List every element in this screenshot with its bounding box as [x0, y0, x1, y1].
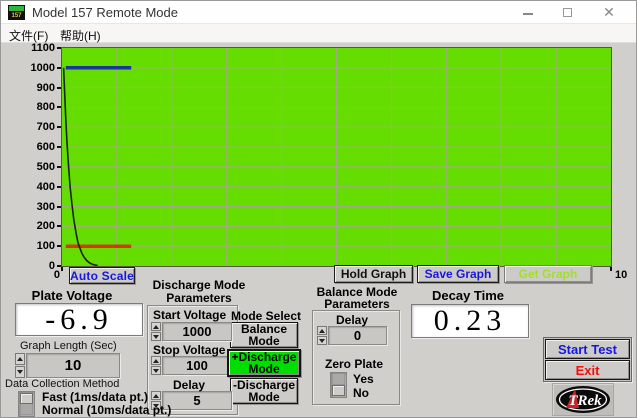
title-bar: 157 Model 157 Remote Mode ✕ — [1, 1, 636, 24]
data-collection-switch[interactable] — [18, 391, 35, 417]
hold-graph-button[interactable]: Hold Graph — [334, 265, 413, 283]
y-axis-tick-label: 600 — [36, 141, 55, 154]
data-collection-option-normal: Normal (10ms/data pt.) — [42, 403, 172, 417]
start-test-button[interactable]: Start Test — [545, 339, 630, 359]
app-window: 157 Model 157 Remote Mode ✕ 文件(F) 帮助(H) … — [0, 0, 637, 418]
y-axis-tick — [57, 225, 61, 228]
stop-voltage-spinner: 100 — [151, 356, 232, 375]
save-graph-button[interactable]: Save Graph — [417, 265, 499, 283]
stop-voltage-increment-button[interactable] — [151, 356, 161, 365]
start-voltage-label: Start Voltage — [153, 308, 227, 322]
x-axis-tick — [61, 267, 63, 271]
discharge-delay-label: Delay — [173, 378, 206, 392]
discharge-delay-increment-button[interactable] — [151, 391, 161, 400]
y-axis-tick-label: 200 — [36, 220, 55, 233]
switch-track — [332, 374, 345, 385]
y-axis-tick — [57, 126, 61, 129]
balance-delay-spinner: 0 — [317, 326, 387, 345]
discharge-params-title-line2: Parameters — [166, 291, 232, 305]
app-icon-label: 157 — [11, 13, 22, 19]
y-axis-tick-label: 700 — [36, 121, 55, 134]
positive-discharge-mode-button[interactable]: +Discharge Mode — [227, 349, 301, 377]
window-title: Model 157 Remote Mode — [32, 5, 178, 20]
balance-delay-decrement-button[interactable] — [317, 336, 327, 345]
trek-logo-image: TRek — [556, 386, 610, 413]
discharge-delay-value[interactable]: 5 — [162, 391, 232, 410]
y-axis-tick — [57, 185, 61, 188]
start-voltage-decrement-button[interactable] — [151, 332, 161, 341]
x-axis-tick — [610, 267, 612, 271]
trek-logo: TRek — [552, 383, 614, 416]
graph-length-value[interactable]: 10 — [26, 353, 120, 378]
menu-bar: 文件(F) 帮助(H) — [1, 24, 636, 43]
action-button-frame: Start Test Exit — [543, 337, 632, 382]
y-axis-tick — [57, 47, 61, 49]
mode-select-label: Mode Select — [231, 309, 302, 323]
balance-delay-increment-button[interactable] — [317, 326, 327, 335]
switch-knob — [332, 385, 345, 396]
y-axis-tick-label: 900 — [36, 81, 55, 94]
zero-plate-switch[interactable] — [330, 372, 347, 398]
graph-length-increment-button[interactable] — [15, 353, 25, 365]
start-voltage-spinner: 1000 — [151, 322, 232, 341]
y-axis-tick — [57, 165, 61, 168]
start-voltage-value[interactable]: 1000 — [162, 322, 232, 341]
app-icon-green-strip — [9, 6, 24, 11]
y-axis-tick-label: 100 — [36, 240, 55, 253]
negative-discharge-mode-button[interactable]: -Discharge Mode — [230, 378, 298, 404]
data-collection-label: Data Collection Method — [5, 378, 120, 390]
minimize-button[interactable] — [512, 1, 544, 24]
balance-mode-button[interactable]: Balance Mode — [230, 322, 298, 348]
stop-voltage-decrement-button[interactable] — [151, 366, 161, 375]
maximize-button[interactable] — [552, 1, 584, 24]
decay-time-label: Decay Time — [431, 288, 505, 303]
start-voltage-increment-button[interactable] — [151, 322, 161, 331]
y-axis-tick — [57, 106, 61, 109]
y-axis-tick — [57, 205, 61, 208]
graph-length-decrement-button[interactable] — [15, 366, 25, 378]
y-axis-tick-label: 400 — [36, 180, 55, 193]
graph-length-spinner: 10 — [15, 353, 120, 378]
zero-plate-option-no: No — [353, 386, 369, 400]
switch-track — [20, 404, 33, 415]
y-axis-tick-label: 300 — [36, 200, 55, 213]
close-icon: ✕ — [603, 4, 615, 20]
stop-voltage-label: Stop Voltage — [153, 343, 226, 357]
menu-help[interactable]: 帮助(H) — [56, 26, 105, 45]
y-axis-tick-label: 1000 — [30, 61, 55, 74]
decay-graph-plot — [61, 47, 612, 267]
minimize-icon — [523, 13, 533, 15]
decay-time-display: 0.23 — [411, 304, 529, 338]
plate-voltage-display: -6.9 — [15, 303, 143, 336]
x-axis-tick-label: 10 — [615, 269, 628, 281]
y-axis-tick — [57, 245, 61, 248]
y-axis-tick-label: 800 — [36, 101, 55, 114]
trek-logo-text: TRek — [568, 393, 602, 409]
exit-button[interactable]: Exit — [545, 360, 630, 380]
auto-scale-button[interactable]: Auto Scale — [69, 267, 135, 284]
y-axis-tick — [57, 86, 61, 89]
app-icon: 157 — [8, 5, 25, 20]
zero-plate-label: Zero Plate — [325, 357, 384, 371]
balance-params-title-line2: Parameters — [324, 297, 390, 311]
close-button[interactable]: ✕ — [593, 1, 625, 24]
y-axis-tick-label: 1100 — [31, 42, 55, 54]
y-axis-tick-label: 500 — [36, 160, 55, 173]
zero-plate-option-yes: Yes — [353, 372, 374, 386]
balance-delay-label: Delay — [335, 313, 369, 327]
graph-length-label: Graph Length (Sec) — [20, 340, 117, 352]
plate-voltage-label: Plate Voltage — [31, 288, 113, 303]
stop-voltage-value[interactable]: 100 — [162, 356, 232, 375]
data-collection-option-fast: Fast (1ms/data pt.) — [42, 390, 149, 404]
balance-delay-value[interactable]: 0 — [328, 326, 387, 345]
get-graph-button[interactable]: Get Graph — [504, 265, 592, 283]
switch-knob — [20, 393, 33, 404]
discharge-params-title-line1: Discharge Mode — [152, 278, 246, 292]
y-axis-tick — [57, 146, 61, 149]
maximize-icon — [563, 8, 572, 17]
y-axis-tick — [57, 66, 61, 69]
x-axis-tick-label: 0 — [53, 269, 60, 281]
